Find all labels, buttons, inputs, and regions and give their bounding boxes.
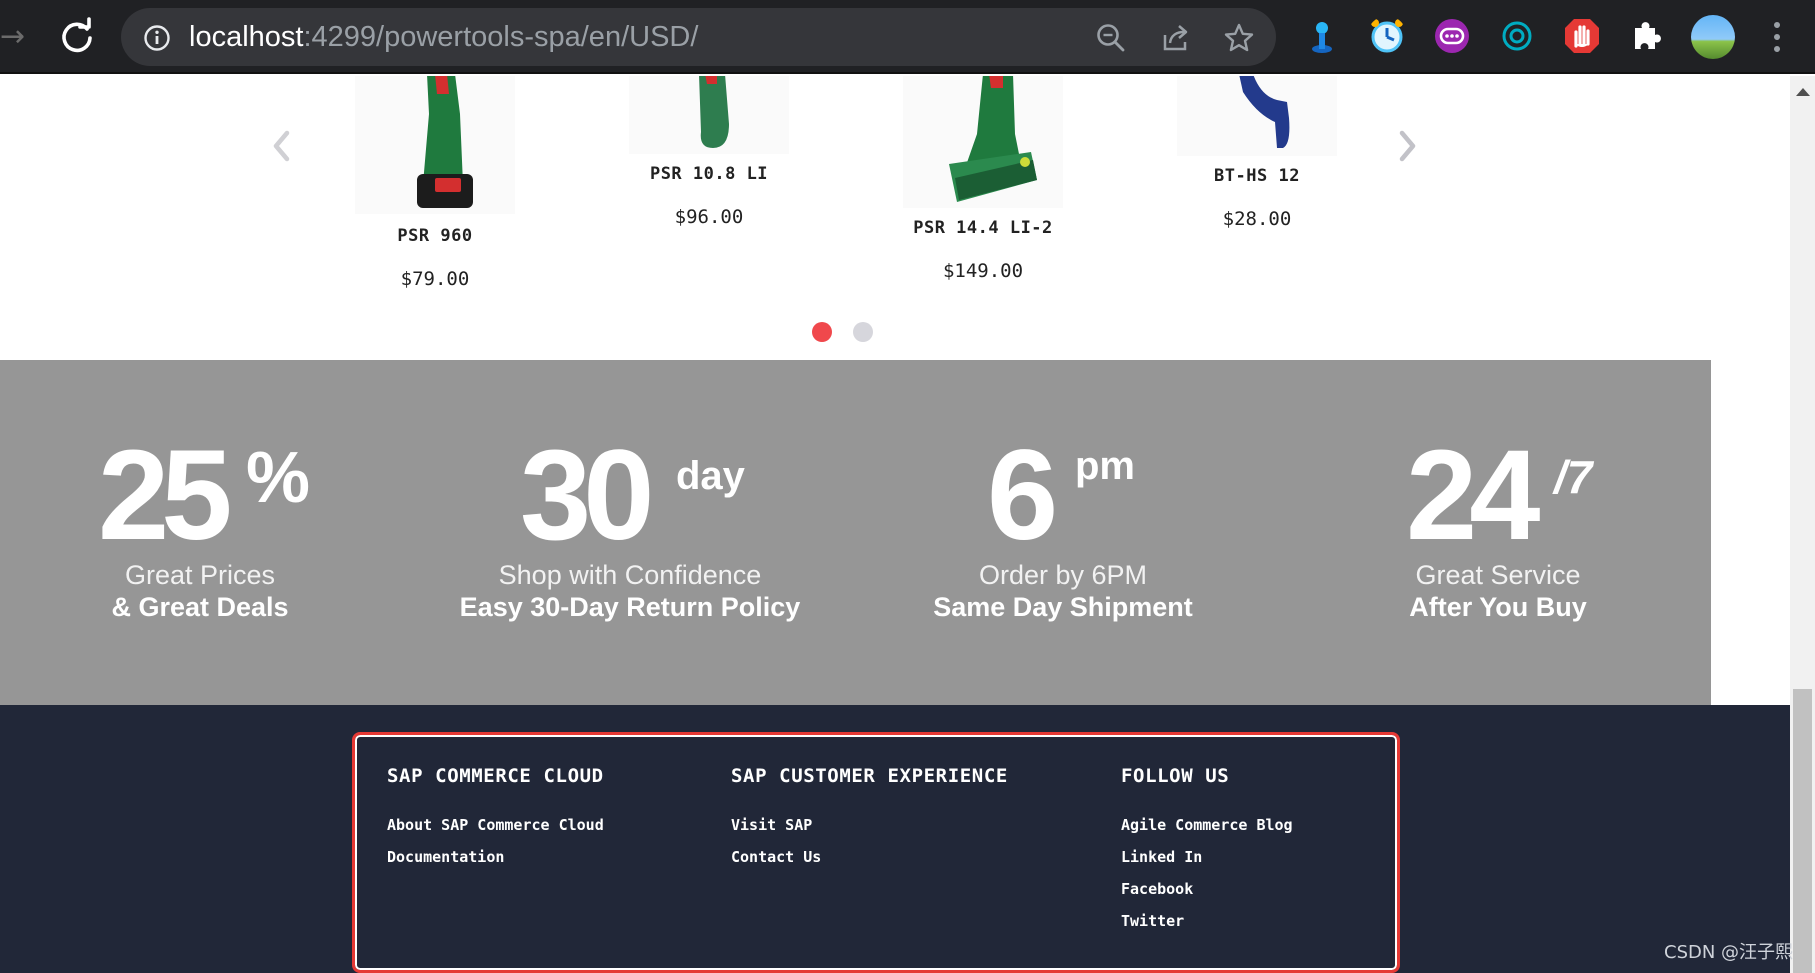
benefit-line1: Great Service <box>1415 560 1581 590</box>
product-image[interactable] <box>355 76 515 214</box>
footer-link-linkedin[interactable]: Linked In <box>1121 841 1293 873</box>
benefit-number: 24 <box>1406 424 1540 567</box>
benefit-line2: Same Day Shipment <box>933 592 1193 622</box>
benefit-line1: Shop with Confidence <box>498 560 762 590</box>
benefits-banner: 25 % Great Prices & Great Deals 30 day S… <box>0 360 1711 705</box>
benefit-returns: 30 day Shop with Confidence Easy 30-Day … <box>420 360 840 705</box>
zoom-icon[interactable] <box>1095 22 1127 54</box>
url-path: :4299/powertools-spa/en/USD/ <box>303 21 699 53</box>
benefit-shipping: 6 pm Order by 6PM Same Day Shipment <box>853 360 1273 705</box>
product-name[interactable]: BT-HS 12 <box>1152 166 1362 186</box>
footer-link-visit-sap[interactable]: Visit SAP <box>731 809 1008 841</box>
footer-link-blog[interactable]: Agile Commerce Blog <box>1121 809 1293 841</box>
browser-toolbar: → localhost:4299/powertools-spa/en/USD/ <box>0 0 1815 74</box>
share-icon[interactable] <box>1159 22 1191 54</box>
url-text[interactable]: localhost:4299/powertools-spa/en/USD/ <box>189 8 698 66</box>
ext-red-hand-icon[interactable] <box>1562 16 1602 56</box>
product-card[interactable]: BT-HS 12 $28.00 <box>1152 76 1362 230</box>
footer-nav-highlight: SAP COMMERCE CLOUD About SAP Commerce Cl… <box>352 732 1400 973</box>
carousel-pagination <box>812 322 882 342</box>
carousel-dot[interactable] <box>853 322 873 342</box>
scroll-up-arrow-icon[interactable] <box>1796 88 1810 96</box>
footer-column-commerce-cloud: SAP COMMERCE CLOUD About SAP Commerce Cl… <box>387 765 604 873</box>
product-price: $96.00 <box>674 206 744 228</box>
product-price: $149.00 <box>942 260 1024 282</box>
bookmark-star-icon[interactable] <box>1223 22 1255 54</box>
carousel-dot-active[interactable] <box>812 322 832 342</box>
url-host: localhost <box>189 21 304 53</box>
footer-column-title: FOLLOW US <box>1121 765 1230 787</box>
benefit-unit: % <box>246 438 311 518</box>
more-menu-icon[interactable] <box>1768 18 1786 56</box>
footer-column-title: SAP CUSTOMER EXPERIENCE <box>731 765 1008 787</box>
product-name[interactable]: PSR 14.4 LI-2 <box>878 218 1088 238</box>
footer-column-title: SAP COMMERCE CLOUD <box>387 765 604 787</box>
reload-icon[interactable] <box>56 16 98 58</box>
benefit-number: 6 <box>987 424 1058 567</box>
ext-blue-figure-icon[interactable] <box>1302 16 1342 56</box>
page-viewport: PSR 960 $79.00 PSR 10.8 LI $96.00 PSR 14… <box>0 76 1790 973</box>
benefit-unit: pm <box>1075 444 1135 488</box>
watermark-text: CSDN @汪子熙 <box>1664 942 1794 963</box>
footer-link-contact-us[interactable]: Contact Us <box>731 841 1008 873</box>
benefit-line2: & Great Deals <box>111 592 289 622</box>
footer-link-twitter[interactable]: Twitter <box>1121 905 1293 937</box>
footer-link-documentation[interactable]: Documentation <box>387 841 604 873</box>
carousel-next-icon[interactable] <box>1395 128 1421 164</box>
benefit-line1: Order by 6PM <box>978 560 1148 590</box>
benefit-unit: day <box>676 454 745 498</box>
address-bar[interactable]: localhost:4299/powertools-spa/en/USD/ <box>121 8 1276 66</box>
benefit-line1: Great Prices <box>124 560 276 590</box>
benefit-line2: Easy 30-Day Return Policy <box>459 592 801 622</box>
product-card[interactable]: PSR 10.8 LI $96.00 <box>604 76 814 228</box>
ext-alarm-clock-icon[interactable] <box>1367 16 1407 56</box>
product-name[interactable]: PSR 10.8 LI <box>604 164 814 184</box>
footer-link-facebook[interactable]: Facebook <box>1121 873 1293 905</box>
footer-column-customer-experience: SAP CUSTOMER EXPERIENCE Visit SAP Contac… <box>731 765 1008 873</box>
benefit-number: 25 <box>98 424 232 567</box>
extensions-puzzle-icon[interactable] <box>1627 16 1667 56</box>
product-image[interactable] <box>903 76 1063 208</box>
benefit-service: 24 /7 Great Service After You Buy <box>1288 360 1708 705</box>
profile-avatar-icon[interactable] <box>1690 14 1736 60</box>
product-name[interactable]: PSR 960 <box>330 226 540 246</box>
product-card[interactable]: PSR 960 $79.00 <box>330 76 540 290</box>
footer-column-follow-us: FOLLOW US Agile Commerce Blog Linked In … <box>1121 765 1293 937</box>
product-price: $28.00 <box>1222 208 1292 230</box>
ext-purple-bubble-icon[interactable] <box>1432 16 1472 56</box>
benefit-unit: /7 <box>1554 451 1593 503</box>
page-scrollbar[interactable] <box>1790 76 1815 973</box>
ext-teal-target-icon[interactable] <box>1497 16 1537 56</box>
benefit-line2: After You Buy <box>1409 592 1587 622</box>
site-info-icon[interactable] <box>143 24 171 52</box>
carousel-prev-icon[interactable] <box>268 128 294 164</box>
benefit-prices: 25 % Great Prices & Great Deals <box>0 360 410 705</box>
forward-arrow-icon[interactable]: → <box>0 20 26 54</box>
product-image[interactable] <box>629 76 789 154</box>
benefit-number: 30 <box>520 424 654 567</box>
product-card[interactable]: PSR 14.4 LI-2 $149.00 <box>878 76 1088 282</box>
scrollbar-thumb[interactable] <box>1793 689 1812 973</box>
footer-link-about[interactable]: About SAP Commerce Cloud <box>387 809 604 841</box>
site-footer: SAP COMMERCE CLOUD About SAP Commerce Cl… <box>0 705 1790 973</box>
product-image[interactable] <box>1177 76 1337 156</box>
product-price: $79.00 <box>400 268 470 290</box>
